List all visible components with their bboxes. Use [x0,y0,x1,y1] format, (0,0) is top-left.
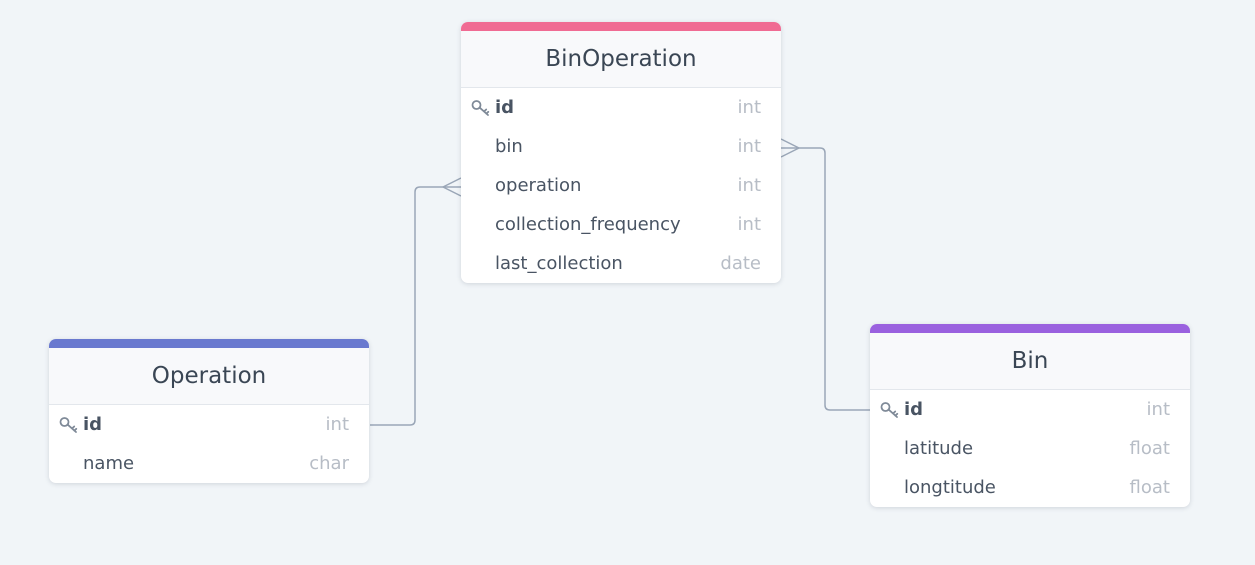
field-type: int [1146,399,1170,420]
table-operation[interactable]: Operation id int name char [49,339,369,483]
field-row-last-collection[interactable]: last_collection date [461,244,781,283]
field-type: int [737,175,761,196]
table-accent-bar [49,339,369,348]
connector-binoperation-to-bin[interactable] [780,138,870,411]
field-name: name [83,453,135,474]
connector-path-bin [781,147,870,411]
table-title: BinOperation [545,46,697,72]
field-row-collection-frequency[interactable]: collection_frequency int [461,205,781,244]
field-type: float [1129,438,1170,459]
field-name: id [904,399,924,420]
table-accent-bar [461,22,781,31]
field-type: int [737,214,761,235]
field-type: int [325,414,349,435]
field-row-id[interactable]: id int [870,390,1190,429]
field-type: int [737,136,761,157]
field-row-operation[interactable]: operation int [461,166,781,205]
field-type: int [737,97,761,118]
field-name: longtitude [904,477,996,498]
table-binoperation[interactable]: BinOperation id int bin int operation in… [461,22,781,283]
field-name: id [83,414,103,435]
field-row-id[interactable]: id int [461,88,781,127]
field-row-longtitude[interactable]: longtitude float [870,468,1190,507]
table-bin[interactable]: Bin id int latitude float longtitude flo… [870,324,1190,507]
table-accent-bar [870,324,1190,333]
field-name: last_collection [495,253,623,274]
key-icon [880,401,900,419]
field-type: float [1129,477,1170,498]
field-name: bin [495,136,523,157]
key-icon [471,99,491,117]
connector-operation-to-binoperation[interactable] [370,177,462,426]
table-title: Bin [1011,348,1049,374]
field-row-name[interactable]: name char [49,444,369,483]
field-row-latitude[interactable]: latitude float [870,429,1190,468]
field-name: id [495,97,515,118]
er-diagram-canvas: BinOperation id int bin int operation in… [0,0,1255,565]
field-row-id[interactable]: id int [49,405,369,444]
field-name: latitude [904,438,974,459]
connector-path-operation [370,186,461,426]
table-title: Operation [151,363,267,389]
table-header[interactable]: Bin [870,333,1190,390]
field-type: char [309,453,349,474]
field-name: operation [495,175,582,196]
field-type: date [720,253,761,274]
key-icon [59,416,79,434]
field-name: collection_frequency [495,214,681,235]
field-row-bin[interactable]: bin int [461,127,781,166]
table-header[interactable]: BinOperation [461,31,781,88]
table-header[interactable]: Operation [49,348,369,405]
